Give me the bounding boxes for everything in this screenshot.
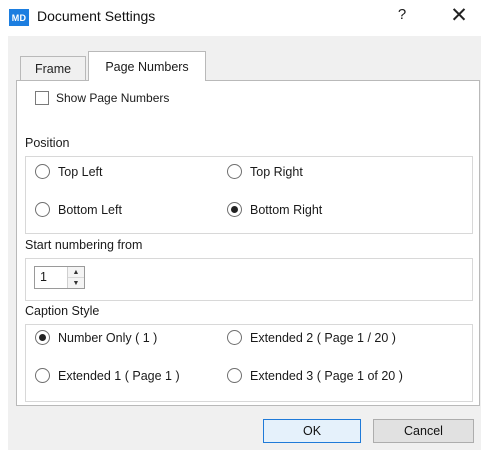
tab-frame[interactable]: Frame <box>20 56 86 81</box>
start-numbering-group: 1 ▲ ▼ <box>25 258 473 301</box>
radio-bottom-right[interactable]: Bottom Right <box>227 202 322 217</box>
caption-style-label: Caption Style <box>25 304 100 318</box>
radio-indicator[interactable] <box>35 164 50 179</box>
tab-page-numbers[interactable]: Page Numbers <box>88 51 206 81</box>
title-bar: MD Document Settings ? ✕ <box>0 0 481 36</box>
radio-number-only-label: Number Only ( 1 ) <box>58 330 158 345</box>
radio-bottom-left-label: Bottom Left <box>58 202 122 217</box>
page-numbers-panel: Show Page Numbers Position Top Left Top … <box>16 80 480 406</box>
app-logo-icon: MD <box>9 9 29 26</box>
radio-top-left[interactable]: Top Left <box>35 164 102 179</box>
radio-bottom-left[interactable]: Bottom Left <box>35 202 122 217</box>
radio-top-right-label: Top Right <box>250 164 303 179</box>
spin-down-icon[interactable]: ▼ <box>68 277 84 288</box>
radio-indicator[interactable] <box>227 164 242 179</box>
radio-extended-3[interactable]: Extended 3 ( Page 1 of 20 ) <box>227 368 403 383</box>
radio-bottom-right-label: Bottom Right <box>250 202 323 217</box>
radio-extended-2-label: Extended 2 ( Page 1 / 20 ) <box>250 330 396 345</box>
radio-extended-3-label: Extended 3 ( Page 1 of 20 ) <box>250 368 403 383</box>
radio-extended-1-label: Extended 1 ( Page 1 ) <box>58 368 180 383</box>
tab-page-numbers-label: Page Numbers <box>105 59 189 74</box>
show-page-numbers-checkbox[interactable]: Show Page Numbers <box>35 91 169 105</box>
spin-arrows: ▲ ▼ <box>67 267 84 288</box>
radio-number-only[interactable]: Number Only ( 1 ) <box>35 330 157 345</box>
radio-extended-2[interactable]: Extended 2 ( Page 1 / 20 ) <box>227 330 396 345</box>
radio-top-left-label: Top Left <box>58 164 103 179</box>
radio-extended-1[interactable]: Extended 1 ( Page 1 ) <box>35 368 180 383</box>
radio-indicator-selected[interactable] <box>35 330 50 345</box>
spin-up-icon[interactable]: ▲ <box>68 267 84 277</box>
window-title: Document Settings <box>37 8 156 24</box>
start-numbering-label: Start numbering from <box>25 238 143 252</box>
dialog-body: Frame Page Numbers Show Page Numbers Pos… <box>8 36 481 450</box>
start-number-value[interactable]: 1 <box>35 267 67 288</box>
radio-indicator[interactable] <box>227 368 242 383</box>
radio-indicator-selected[interactable] <box>227 202 242 217</box>
cancel-button[interactable]: Cancel <box>373 419 474 443</box>
caption-style-group: Number Only ( 1 ) Extended 2 ( Page 1 / … <box>25 324 473 402</box>
position-group: Top Left Top Right Bottom Left Bottom Ri… <box>25 156 473 234</box>
radio-indicator[interactable] <box>227 330 242 345</box>
show-page-numbers-label: Show Page Numbers <box>56 91 170 105</box>
start-number-spinbox[interactable]: 1 ▲ ▼ <box>34 266 85 289</box>
close-icon[interactable]: ✕ <box>445 2 473 30</box>
radio-indicator[interactable] <box>35 202 50 217</box>
checkbox-box[interactable] <box>35 91 49 105</box>
radio-top-right[interactable]: Top Right <box>227 164 303 179</box>
radio-indicator[interactable] <box>35 368 50 383</box>
help-button[interactable]: ? <box>392 6 412 28</box>
tab-frame-label: Frame <box>34 62 72 76</box>
position-label: Position <box>25 136 70 150</box>
ok-button[interactable]: OK <box>263 419 361 443</box>
